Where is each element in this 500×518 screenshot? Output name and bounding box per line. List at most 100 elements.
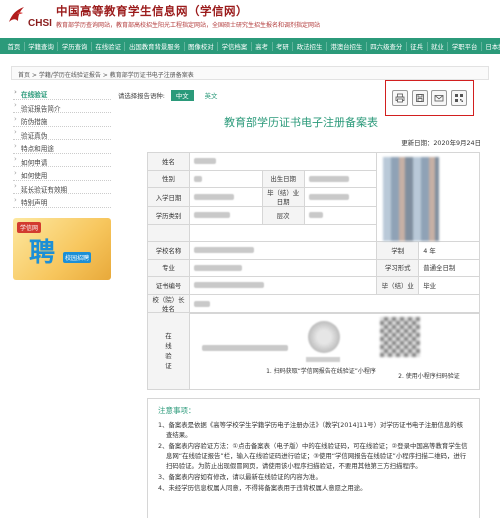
sidebar: 在线验证 验证报告简介 防伪措施 验证真伪 特点和用途 如何申请 如何使用 延长… <box>13 86 111 280</box>
label-level: 层次 <box>261 206 305 225</box>
verify-label: 在 线 验 证 <box>148 313 190 389</box>
nav-item-conscription[interactable]: 征兵 <box>407 41 428 51</box>
nav-item-status-query[interactable]: 学籍查询 <box>25 41 59 51</box>
chsi-logo[interactable]: CHSI <box>6 4 52 34</box>
note-item-2: 2、备案表内容验证方法：①点击备案表（电子版）中的在线验证码，可在线验证；②登录… <box>158 442 468 470</box>
sidebar-item-verify-authentic[interactable]: 验证真伪 <box>13 127 111 140</box>
breadcrumb: 首页 > 学籍/学历在线验证报告 > 教育部学历证书电子注册备案表 <box>11 66 489 80</box>
banner-big-char: 聘 <box>29 237 56 268</box>
nav-item-online-verify[interactable]: 在线验证 <box>92 41 126 51</box>
nav-item-law-admission[interactable]: 政法招生 <box>293 41 327 51</box>
report-toolbar <box>385 80 474 116</box>
value-birth <box>303 169 378 188</box>
value-grad <box>303 187 378 207</box>
nav-item-degree-query[interactable]: 学历查询 <box>58 41 92 51</box>
sidebar-item-intro[interactable]: 验证报告简介 <box>13 100 111 113</box>
label-birth: 出生日期 <box>261 169 305 188</box>
student-photo <box>383 157 440 241</box>
notes-section: 注意事项： 1、备案表是依据《高等学校学生学籍学历电子注册办法》（教学[2014… <box>147 398 480 518</box>
record-table: 姓名 性别 出生日期 入学日期 毕（结）业日期 学历类别 层次 学校名称 学制 … <box>147 152 480 314</box>
language-selector: 请选择报告语种: 中文 英文 <box>118 90 222 101</box>
value-system: 4 年 <box>418 241 480 260</box>
value-gender <box>189 169 263 188</box>
save-icon <box>415 94 424 102</box>
label-principal: 校（院）长姓名 <box>147 293 190 314</box>
value-result: 毕业 <box>418 276 480 295</box>
label-cert: 证书编号 <box>147 276 190 295</box>
nav-item-cet-score[interactable]: 四六级查分 <box>367 41 407 51</box>
label-form: 学习形式 <box>376 258 420 277</box>
lang-option-en[interactable]: 英文 <box>200 90 223 101</box>
online-verify-section: 在 线 验 证 1. 扫码获取“学信网报告在线验证”小程序 2. 使用小程序扫码… <box>147 312 480 390</box>
site-header: CHSI 中国高等教育学生信息网（学信网） 教育部学历查询网站，教育部高校招生阳… <box>0 0 500 38</box>
spacer-cell <box>188 223 378 242</box>
verify-label-char-3: 验 <box>165 352 172 360</box>
sidebar-item-online-verify[interactable]: 在线验证 <box>13 86 111 100</box>
nav-item-gaokao[interactable]: 高考 <box>252 41 273 51</box>
update-date: 更新日期：2020年9月24日 <box>401 139 481 147</box>
verify-code[interactable] <box>202 345 288 351</box>
verify-label-char-2: 线 <box>165 342 172 350</box>
print-icon <box>395 93 405 103</box>
nav-item-japan[interactable]: 日本频道 <box>482 42 500 51</box>
site-title: 中国高等教育学生信息网（学信网） <box>56 4 248 18</box>
nav-item-home[interactable]: 首页 <box>4 41 25 51</box>
sidebar-item-how-use[interactable]: 如何使用 <box>13 167 111 181</box>
report-qrcode <box>380 317 420 357</box>
label-enroll: 入学日期 <box>147 187 190 207</box>
value-type <box>189 206 263 225</box>
label-type: 学历类别 <box>147 206 190 225</box>
spacer <box>147 223 190 242</box>
note-item-4: 4、未经学历信息权属人同意，不得将备案表用于违背权属人意愿之用途。 <box>158 484 367 492</box>
nav-item-abroad-service[interactable]: 出国教育背景服务 <box>125 41 185 51</box>
sidebar-item-statement[interactable]: 特别声明 <box>13 194 111 208</box>
logo-text: CHSI <box>28 18 52 29</box>
mail-icon <box>434 95 444 102</box>
print-button[interactable] <box>391 90 408 106</box>
qr-caption-2: 2. 使用小程序扫码验证 <box>398 373 460 380</box>
document-title: 教育部学历证书电子注册备案表 <box>224 116 378 129</box>
nav-item-kaoyan[interactable]: 考研 <box>273 41 294 51</box>
lang-option-zh[interactable]: 中文 <box>170 90 194 101</box>
nav-item-image-check[interactable]: 图像校对 <box>185 41 219 51</box>
value-major <box>188 258 378 277</box>
main-nav: 首页 学籍查询 学历查询 在线验证 出国教育背景服务 图像校对 学信档案 高考 … <box>0 38 500 54</box>
qrcode-button[interactable] <box>451 90 468 106</box>
mail-button[interactable] <box>431 90 448 106</box>
value-cert <box>188 276 378 295</box>
save-button[interactable] <box>411 90 428 106</box>
label-system: 学制 <box>376 241 420 260</box>
label-school: 学校名称 <box>147 241 190 260</box>
value-form: 普通全日制 <box>418 258 480 277</box>
verify-label-char-4: 证 <box>165 362 172 370</box>
notes-title: 注意事项： <box>158 406 196 415</box>
qrcode-icon <box>455 94 464 102</box>
sidebar-item-features[interactable]: 特点和用途 <box>13 140 111 154</box>
miniprogram-qrcode <box>308 321 340 353</box>
bird-logo-icon <box>9 7 24 22</box>
label-name: 姓名 <box>147 152 190 171</box>
value-enroll <box>189 187 263 207</box>
miniprogram-caption-blur <box>306 357 340 362</box>
label-major: 专业 <box>147 258 190 277</box>
recruit-banner[interactable]: 学信网 聘 校园招聘 <box>13 217 111 280</box>
value-name <box>188 152 378 171</box>
label-grad: 毕（结）业日期 <box>261 187 305 207</box>
sidebar-item-extend[interactable]: 延长验证有效期 <box>13 181 111 194</box>
sidebar-item-anti-fake[interactable]: 防伪措施 <box>13 113 111 127</box>
photo-cell <box>376 152 480 242</box>
banner-small-text: 校园招聘 <box>63 251 92 263</box>
note-item-1: 1、备案表是依据《高等学校学生学籍学历电子注册办法》（教学[2014]11号）对… <box>158 421 464 439</box>
note-item-3: 3、备案表内容如有修改，请以最新在线验证的内容为准。 <box>158 473 322 481</box>
sidebar-item-how-apply[interactable]: 如何申请 <box>13 154 111 167</box>
value-principal <box>189 293 480 314</box>
language-label: 请选择报告语种: <box>118 92 165 100</box>
verify-label-char-1: 在 <box>165 332 172 340</box>
nav-item-hk-admission[interactable]: 港澳台招生 <box>327 41 367 51</box>
value-school <box>188 241 378 260</box>
label-gender: 性别 <box>147 169 190 188</box>
nav-item-archive[interactable]: 学信档案 <box>218 41 252 51</box>
nav-item-employment[interactable]: 就业 <box>428 41 449 51</box>
qr-caption-1: 1. 扫码获取“学信网报告在线验证”小程序 <box>266 368 376 375</box>
nav-item-career[interactable]: 学职平台 <box>448 41 482 51</box>
